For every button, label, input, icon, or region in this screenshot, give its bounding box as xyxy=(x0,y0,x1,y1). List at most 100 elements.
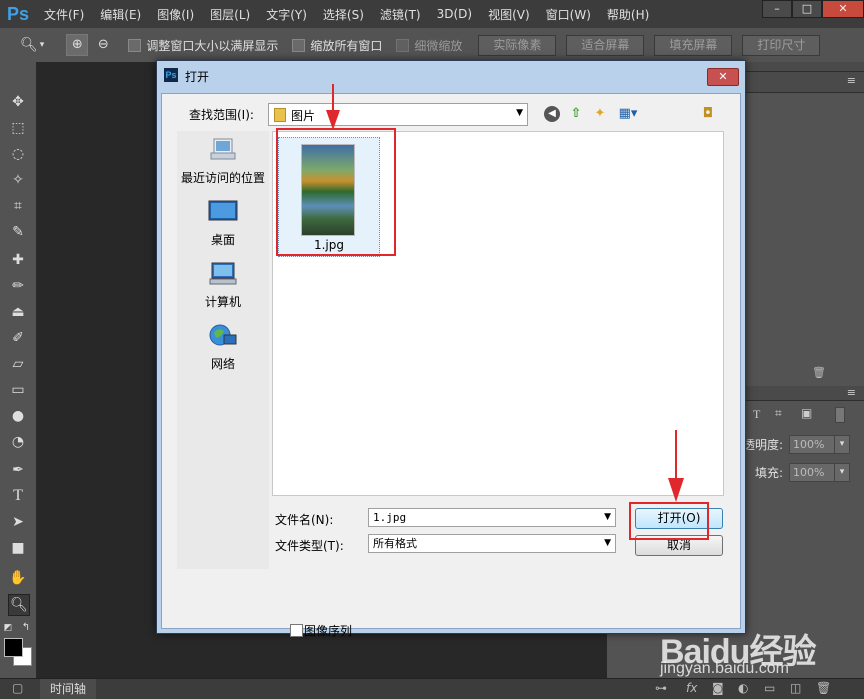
eraser-tool-icon[interactable]: ▱ xyxy=(8,354,28,374)
dialog-close-button[interactable]: ✕ xyxy=(707,68,739,86)
smart-object-filter-icon[interactable]: ▣ xyxy=(801,406,812,420)
menu-3d[interactable]: 3D(D) xyxy=(429,7,480,21)
new-layer-icon[interactable]: ◫ xyxy=(790,681,801,695)
resize-windows-checkbox[interactable] xyxy=(128,38,142,52)
filter-toggle[interactable] xyxy=(835,407,845,423)
shape-filter-icon[interactable]: ⌗ xyxy=(775,406,782,421)
marquee-tool-icon[interactable]: ⬚ xyxy=(8,118,28,138)
panel-menu-icon[interactable]: ≡ xyxy=(847,74,856,87)
crop-tool-icon[interactable]: ⌗ xyxy=(8,196,28,216)
new-group-icon[interactable]: ▭ xyxy=(764,681,775,695)
watermark-site: jingyan.baidu.com xyxy=(660,660,789,677)
gradient-tool-icon[interactable]: ▭ xyxy=(8,380,28,400)
layer-mask-icon[interactable]: ◙ xyxy=(712,681,724,695)
menu-help[interactable]: 帮助(H) xyxy=(599,6,657,23)
opacity-input[interactable]: 100% xyxy=(789,435,838,454)
open-dialog: Ps 打开 ✕ 查找范围(I): 图片 ▼ ◀ ⇧ ✦ ▦▾ ◘ 最近访问的位置 xyxy=(156,60,746,638)
move-tool-icon[interactable]: ✥ xyxy=(8,92,28,112)
filename-value: 1.jpg xyxy=(373,511,407,524)
resize-windows-label: 调整窗口大小以满屏显示 xyxy=(146,38,279,53)
swap-colors-icon[interactable]: ↰ xyxy=(20,618,32,638)
menu-file[interactable]: 文件(F) xyxy=(36,6,92,23)
zoom-out-icon[interactable]: ⊖ xyxy=(92,34,114,56)
pen-tool-icon[interactable]: ✒ xyxy=(8,460,28,480)
zoom-tool-icon[interactable]: 🔍︎ xyxy=(20,37,38,53)
filename-combobox[interactable]: 1.jpg ▼ xyxy=(368,508,616,527)
view-menu-icon[interactable]: ▦▾ xyxy=(616,106,640,122)
lasso-tool-icon[interactable]: ◌ xyxy=(8,144,28,164)
fit-screen-button[interactable]: 适合屏幕 xyxy=(566,34,645,56)
type-tool-icon[interactable]: T xyxy=(8,486,28,506)
menu-edit[interactable]: 编辑(E) xyxy=(92,6,149,23)
opacity-dropdown[interactable]: ▾ xyxy=(834,435,850,454)
tool-preset-dropdown-icon[interactable]: ▾ xyxy=(40,40,45,50)
magic-wand-tool-icon[interactable]: ✧ xyxy=(8,170,28,190)
adjustment-layer-icon[interactable]: ◐ xyxy=(738,681,748,695)
place-network-label: 网络 xyxy=(210,357,235,371)
fill-screen-button[interactable]: 填充屏幕 xyxy=(654,34,733,56)
history-brush-tool-icon[interactable]: ✐ xyxy=(8,328,28,348)
recent-places-icon xyxy=(210,138,236,160)
place-computer[interactable]: 计算机 xyxy=(177,261,269,310)
back-icon[interactable]: ◀ xyxy=(544,106,560,122)
rectangle-tool-icon[interactable]: ■ xyxy=(8,538,28,558)
actual-pixels-button[interactable]: 实际像素 xyxy=(478,34,557,56)
brush-tool-icon[interactable]: ✏ xyxy=(8,276,28,296)
zoom-all-windows-checkbox[interactable] xyxy=(292,38,306,52)
zoom-tool-active-icon[interactable]: 🔍︎ xyxy=(8,594,30,616)
fx-icon[interactable]: fx xyxy=(686,681,697,695)
place-desktop[interactable]: 桌面 xyxy=(177,199,269,248)
maximize-button[interactable]: □ xyxy=(792,0,822,18)
place-recent[interactable]: 最近访问的位置 xyxy=(177,137,269,186)
network-icon xyxy=(209,324,237,346)
fill-dropdown[interactable]: ▾ xyxy=(834,463,850,482)
default-colors-icon[interactable]: ◩ xyxy=(2,618,14,638)
fill-input[interactable]: 100% xyxy=(789,463,838,482)
menu-view[interactable]: 视图(V) xyxy=(480,6,538,23)
healing-brush-tool-icon[interactable]: ✚ xyxy=(8,250,28,270)
place-computer-label: 计算机 xyxy=(204,295,241,309)
bridge-folder-icon[interactable]: ◘ xyxy=(700,106,716,122)
zoom-in-icon[interactable]: ⊕ xyxy=(66,34,89,56)
menu-layer[interactable]: 图层(L) xyxy=(202,6,258,23)
clone-stamp-tool-icon[interactable]: ⏏ xyxy=(8,302,28,322)
look-in-value: 图片 xyxy=(291,109,316,123)
status-bar: ▢ 时间轴 ⊶ fx ◙ ◐ ▭ ◫ 🗑︎ xyxy=(0,678,864,699)
timeline-expand-icon[interactable]: ▢ xyxy=(12,681,23,695)
layers-panel-menu-icon[interactable]: ≡ xyxy=(847,386,856,399)
trash-icon[interactable]: 🗑︎ xyxy=(812,366,826,379)
timeline-tab[interactable]: 时间轴 xyxy=(40,679,97,699)
open-button-highlight-box xyxy=(629,502,709,540)
dodge-tool-icon[interactable]: ◔ xyxy=(8,432,28,452)
delete-layer-icon[interactable]: 🗑︎ xyxy=(816,681,831,695)
menu-image[interactable]: 图像(I) xyxy=(149,6,202,23)
foreground-color-swatch[interactable] xyxy=(4,638,23,657)
menu-bar: Ps 文件(F) 编辑(E) 图像(I) 图层(L) 文字(Y) 选择(S) 滤… xyxy=(0,0,864,28)
type-filter-icon[interactable]: T xyxy=(753,407,760,422)
chevron-down-icon: ▼ xyxy=(516,108,523,118)
blur-tool-icon[interactable]: ● xyxy=(8,406,28,426)
print-size-button[interactable]: 打印尺寸 xyxy=(742,34,821,56)
menu-filter[interactable]: 滤镜(T) xyxy=(372,6,429,23)
up-folder-icon[interactable]: ⇧ xyxy=(568,106,584,122)
menu-window[interactable]: 窗口(W) xyxy=(538,6,599,23)
menu-select[interactable]: 选择(S) xyxy=(315,6,372,23)
menu-type[interactable]: 文字(Y) xyxy=(258,6,315,23)
image-sequence-checkbox[interactable] xyxy=(290,624,303,637)
close-app-button[interactable]: ✕ xyxy=(822,0,864,18)
look-in-combobox[interactable]: 图片 ▼ xyxy=(268,103,528,126)
arrow-down-icon xyxy=(668,430,684,502)
scrubby-zoom-checkbox[interactable] xyxy=(396,38,410,52)
new-folder-icon[interactable]: ✦ xyxy=(592,106,608,122)
dialog-title-bar[interactable]: Ps 打开 ✕ xyxy=(157,61,745,89)
link-layers-icon[interactable]: ⊶ xyxy=(655,681,667,695)
window-controls: – □ ✕ xyxy=(762,0,864,18)
places-bar: 最近访问的位置 桌面 计算机 网络 xyxy=(177,131,269,569)
place-network[interactable]: 网络 xyxy=(177,323,269,372)
zoom-all-windows-label: 缩放所有窗口 xyxy=(310,38,383,53)
minimize-button[interactable]: – xyxy=(762,0,792,18)
filetype-combobox[interactable]: 所有格式 ▼ xyxy=(368,534,616,553)
path-selection-tool-icon[interactable]: ➤ xyxy=(8,512,28,532)
hand-tool-icon[interactable]: ✋ xyxy=(8,568,28,588)
eyedropper-tool-icon[interactable]: ✎ xyxy=(8,222,28,242)
